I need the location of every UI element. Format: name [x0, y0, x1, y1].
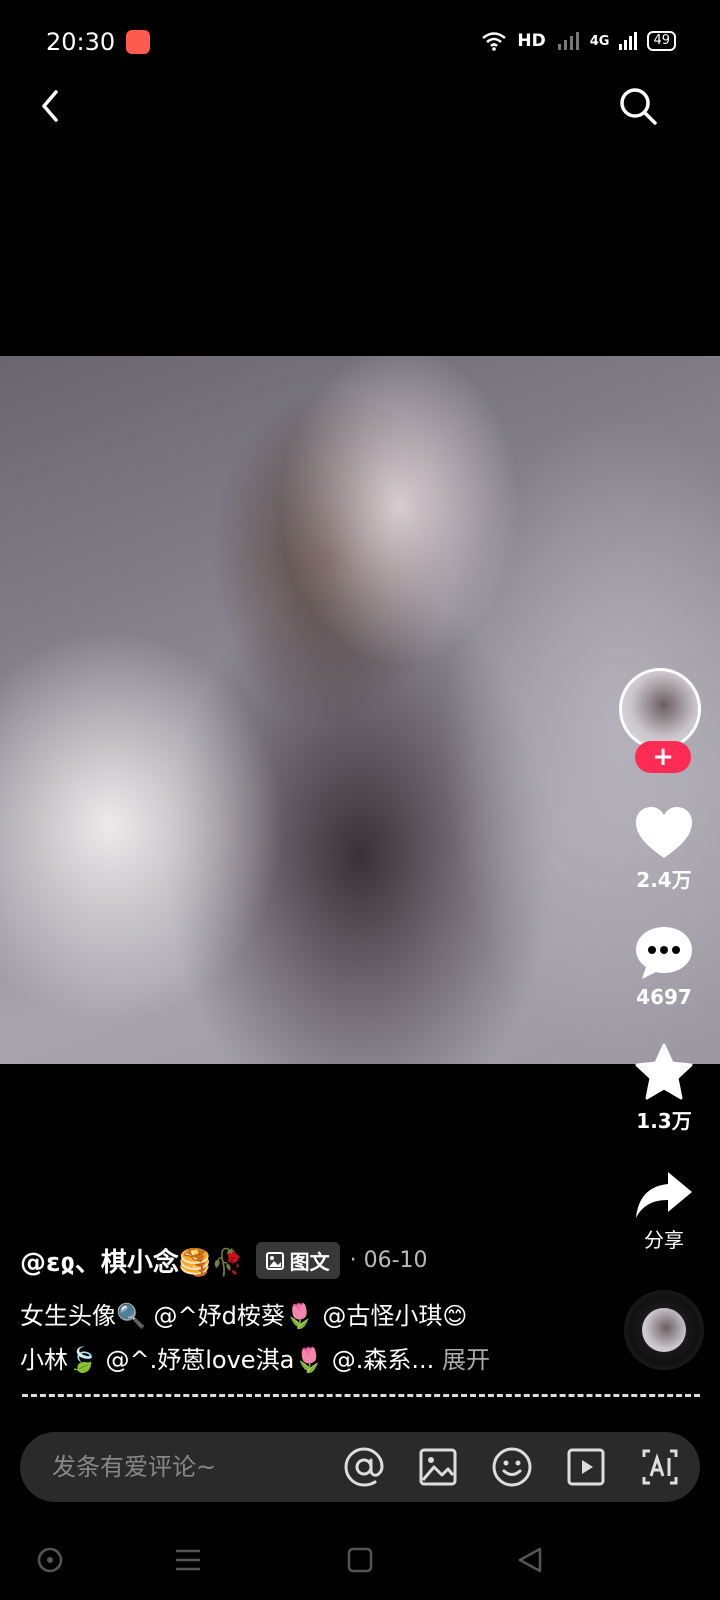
search-button[interactable]	[618, 86, 658, 126]
video-button[interactable]	[564, 1445, 608, 1489]
post-caption: 女生头像🔍 @^妤d桉葵🌷 @古怪小琪😊 小林🍃 @^.妤蒽love淇a🌷 @.…	[20, 1294, 600, 1382]
author-name[interactable]: @ɛჲ、棋小念🥞🥀	[20, 1242, 244, 1279]
nav-home-button[interactable]	[340, 1540, 380, 1580]
image-button[interactable]	[416, 1445, 460, 1489]
music-cover	[642, 1308, 686, 1352]
nav-assistant-button[interactable]	[30, 1540, 70, 1580]
post-meta: @ɛჲ、棋小念🥞🥀 图文 · 06-10	[20, 1242, 428, 1279]
favorite-count: 1.3万	[636, 1109, 692, 1133]
heart-icon	[636, 807, 692, 858]
nav-menu-button[interactable]	[168, 1540, 208, 1580]
caption-line: 小林🍃 @^.妤蒽love淇a🌷 @.森系... 展开	[20, 1338, 600, 1382]
chevron-left-icon	[42, 90, 58, 122]
circle-dot-icon	[37, 1547, 63, 1573]
share-arrow-icon	[636, 1172, 692, 1218]
app-notification-icon	[126, 30, 150, 54]
back-button[interactable]	[34, 88, 70, 124]
video-icon	[567, 1448, 605, 1486]
at-icon	[344, 1447, 384, 1487]
ai-button[interactable]	[638, 1445, 682, 1489]
music-disc[interactable]	[624, 1290, 704, 1370]
signal-icon	[557, 32, 579, 50]
divider	[22, 1394, 700, 1397]
like-button[interactable]: 2.4万	[620, 806, 708, 893]
star-icon	[635, 1043, 693, 1100]
author-avatar[interactable]	[619, 668, 701, 750]
ai-icon	[642, 1449, 678, 1485]
expand-link[interactable]: 展开	[442, 1346, 490, 1374]
status-time: 20:30	[46, 28, 116, 56]
signal-label: 4G	[589, 33, 610, 49]
at-button[interactable]	[342, 1445, 386, 1489]
comment-icon	[636, 927, 692, 979]
caption-text: 小林🍃 @^.妤蒽love淇a🌷 @.森系...	[20, 1346, 435, 1374]
caption-line: 女生头像🔍 @^妤d桉葵🌷 @古怪小琪😊	[20, 1302, 468, 1330]
signal-strength-icon	[619, 32, 638, 50]
network-type: HD	[517, 31, 546, 51]
triangle-back-icon	[518, 1547, 542, 1573]
post-type-label: 图文	[289, 1250, 330, 1274]
comment-input[interactable]	[50, 1452, 314, 1482]
square-icon	[347, 1547, 373, 1573]
search-icon	[620, 88, 657, 125]
emoji-icon	[492, 1447, 532, 1487]
status-indicators: HD 4G 49	[481, 31, 676, 51]
post-date: · 06-10	[349, 1248, 428, 1273]
wifi-icon	[482, 32, 507, 51]
follow-button[interactable]: +	[635, 741, 691, 773]
post-photo[interactable]	[0, 356, 720, 1064]
share-button[interactable]: 分享	[620, 1170, 708, 1253]
comment-bar	[20, 1432, 700, 1502]
comment-button[interactable]: 4697	[620, 925, 708, 1009]
emoji-button[interactable]	[490, 1445, 534, 1489]
image-icon	[265, 1251, 284, 1270]
menu-icon	[176, 1549, 200, 1571]
comment-count: 4697	[636, 985, 692, 1009]
nav-back-button[interactable]	[510, 1540, 550, 1580]
favorite-button[interactable]: 1.3万	[620, 1043, 708, 1134]
image-icon	[419, 1448, 457, 1486]
share-label: 分享	[644, 1228, 684, 1252]
battery-indicator: 49	[647, 31, 676, 51]
like-count: 2.4万	[636, 868, 692, 892]
post-type-badge: 图文	[255, 1242, 340, 1279]
